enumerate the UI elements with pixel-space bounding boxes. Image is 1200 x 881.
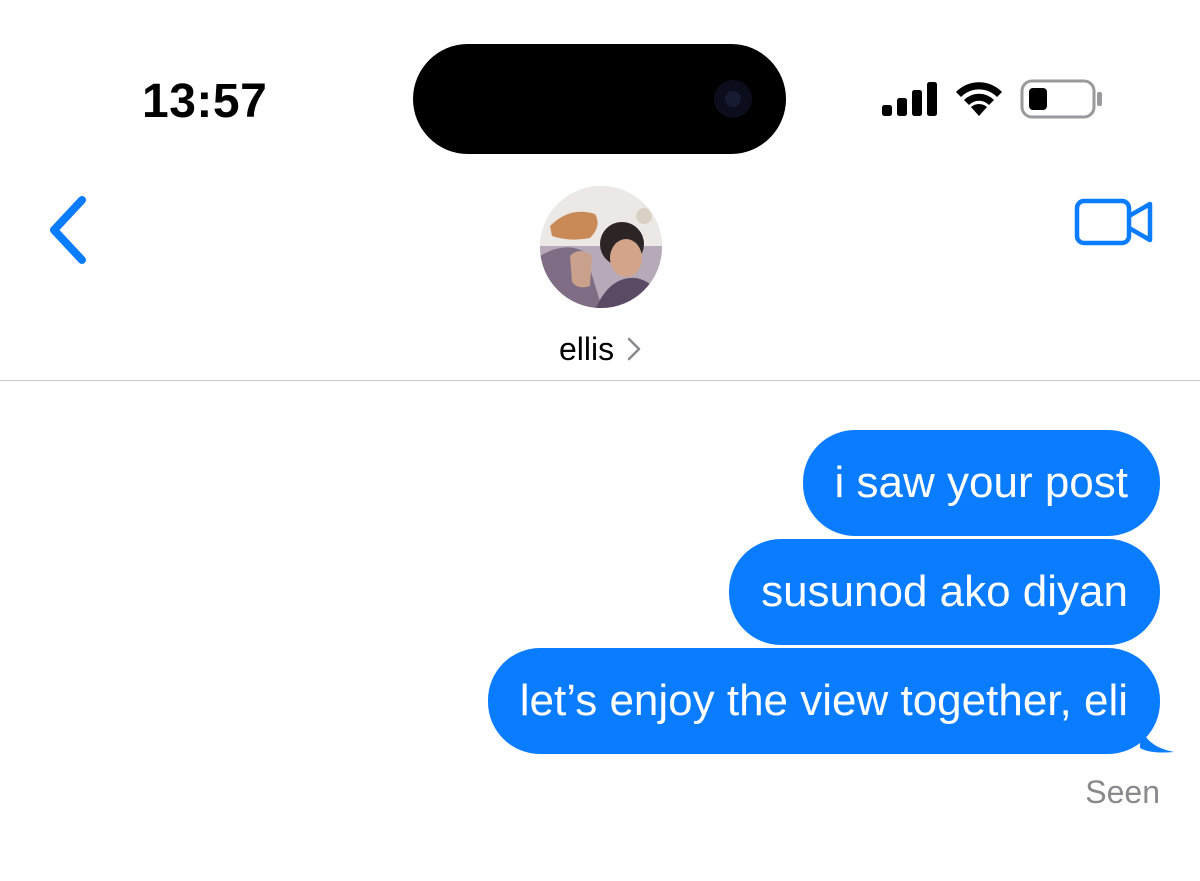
read-receipt: Seen bbox=[1085, 774, 1160, 810]
header-divider bbox=[0, 380, 1200, 381]
battery-low-icon bbox=[1020, 79, 1102, 119]
chevron-right-icon bbox=[627, 337, 641, 360]
chevron-left-icon bbox=[50, 196, 86, 264]
message-bubble-outgoing-last[interactable]: let’s enjoy the view together, eli bbox=[487, 648, 1174, 754]
message-thread: i saw your post susunod ako diyan let’s … bbox=[487, 430, 1174, 811]
contact-header[interactable]: ellis bbox=[500, 184, 700, 374]
message-bubble-outgoing[interactable]: i saw your post bbox=[802, 430, 1160, 536]
status-time: 13:57 bbox=[142, 75, 268, 128]
video-camera-icon bbox=[1074, 198, 1153, 246]
dynamic-island bbox=[413, 44, 786, 154]
front-camera-icon bbox=[714, 80, 752, 118]
status-bar: 13:57 bbox=[0, 0, 1200, 170]
bubble-tail bbox=[1140, 720, 1174, 753]
contact-name-row: ellis bbox=[500, 330, 700, 368]
back-button[interactable] bbox=[38, 188, 102, 272]
avatar-photo bbox=[540, 186, 662, 308]
wifi-icon bbox=[956, 82, 1002, 116]
message-text: let’s enjoy the view together, eli bbox=[519, 676, 1128, 725]
avatar bbox=[540, 186, 662, 308]
signal-bars-icon bbox=[882, 82, 937, 116]
message-bubble-outgoing[interactable]: susunod ako diyan bbox=[729, 539, 1160, 645]
video-call-button[interactable] bbox=[1072, 192, 1158, 252]
contact-name: ellis bbox=[558, 331, 615, 367]
